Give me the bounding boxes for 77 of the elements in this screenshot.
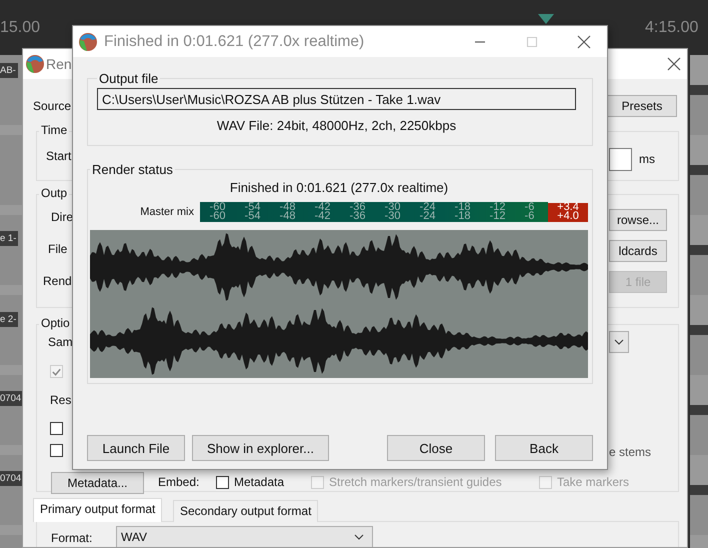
tab[interactable]: Primary output format xyxy=(33,498,162,522)
meter-tick-label: -48 xyxy=(280,202,296,212)
start-label: Start xyxy=(46,149,72,163)
file-label: File xyxy=(48,242,68,256)
checkbox[interactable] xyxy=(50,422,63,435)
status-text: Finished in 0:01.621 (277.0x realtime) xyxy=(228,180,450,195)
track-label: 0704 xyxy=(0,391,24,406)
track-label: 0704 xyxy=(0,471,24,486)
meter-tick-label: -12 xyxy=(490,202,506,212)
meter-tick-label: -60 xyxy=(210,212,226,222)
group-label: Outp xyxy=(39,186,70,200)
close-icon[interactable] xyxy=(667,57,681,71)
dialog-button[interactable]: Launch File xyxy=(87,435,185,461)
group-label: Time xyxy=(39,123,70,137)
meter-tick-label: -30 xyxy=(384,202,400,212)
format-label: Format: xyxy=(51,531,92,545)
meter-tick-label: -12 xyxy=(490,212,506,222)
unit-label: ms xyxy=(639,152,655,166)
side-button[interactable]: rowse... xyxy=(609,209,667,231)
meter-tick-label: -24 xyxy=(420,202,436,212)
meter-tick-label: -42 xyxy=(314,212,330,222)
track-label: e 2- xyxy=(0,312,18,327)
ms-field[interactable] xyxy=(609,148,632,171)
side-button[interactable]: ldcards xyxy=(609,240,667,262)
tab[interactable]: Secondary output format xyxy=(173,500,318,522)
app-logo-icon xyxy=(25,54,45,74)
render-label: Rend xyxy=(43,274,72,288)
peak-readout: +3.4 xyxy=(548,202,588,212)
dialog-button[interactable]: Back xyxy=(495,435,593,461)
close-icon[interactable] xyxy=(577,34,591,48)
caret-icon xyxy=(354,534,364,540)
meter-tick-label: -48 xyxy=(280,212,296,222)
window-title: Finished in 0:01.621 (277.0x realtime) xyxy=(104,32,366,50)
dialog-button[interactable]: Show in explorer... xyxy=(192,435,329,461)
group-label: Render status xyxy=(91,162,174,177)
file-info-text: WAV File: 24bit, 48000Hz, 2ch, 2250kbps xyxy=(216,118,458,133)
format-select[interactable]: WAV xyxy=(116,526,373,547)
meter-tick-label: -54 xyxy=(244,202,260,212)
path-field[interactable]: C:\Users\User\Music\ROZSA AB plus Stützen - Take 1.wav xyxy=(97,88,576,110)
meter-tick-label: -6 xyxy=(524,202,534,212)
meter-tick-label: -54 xyxy=(244,212,260,222)
source-label: Source xyxy=(33,99,72,113)
resample-label: Res xyxy=(50,393,72,407)
meter-tick-label: -18 xyxy=(454,202,470,212)
track-label: e 1- xyxy=(0,231,18,246)
meter-tick-label: -36 xyxy=(350,212,366,222)
format-value: WAV xyxy=(121,530,147,544)
checkbox-label: Metadata xyxy=(234,475,284,489)
directory-label: Dire xyxy=(51,210,74,224)
dialog-button[interactable]: Close xyxy=(387,435,485,461)
presets-button[interactable]: Presets xyxy=(607,95,677,117)
track-label: AB- xyxy=(0,63,18,78)
meter-tick-label: -18 xyxy=(454,212,470,222)
group-label: Output file xyxy=(98,71,160,86)
meter-tick-label: -36 xyxy=(350,202,366,212)
caret-icon xyxy=(614,339,624,345)
stems-label: e stems xyxy=(609,445,652,459)
meter-tick-label: -30 xyxy=(384,212,400,222)
meter-tick-label: -60 xyxy=(210,202,226,212)
meter-tick-label: -42 xyxy=(314,202,330,212)
group-label: Optio xyxy=(39,316,72,330)
ruler-time-label: 15.00 xyxy=(0,19,40,37)
meter-label: Master mix xyxy=(139,206,195,218)
app-logo-icon xyxy=(78,32,98,52)
window-title: Ren xyxy=(46,56,72,72)
embed-label: Embed: xyxy=(158,475,200,489)
checkbox[interactable] xyxy=(50,444,63,457)
meter-tick-label: -24 xyxy=(420,212,436,222)
metadata-button[interactable]: Metadata... xyxy=(51,472,144,494)
checkbox-label: Stretch markers/transient guides xyxy=(329,475,502,489)
ruler-time-label: 4:15.00 xyxy=(645,19,698,37)
checkbox-label: Take markers xyxy=(557,475,630,489)
dropdown[interactable] xyxy=(609,331,629,353)
checkbox[interactable] xyxy=(216,476,229,489)
sample-label: Sam xyxy=(48,335,73,349)
meter-tick-label: -6 xyxy=(524,212,534,222)
peak-readout: +4.0 xyxy=(548,212,588,222)
